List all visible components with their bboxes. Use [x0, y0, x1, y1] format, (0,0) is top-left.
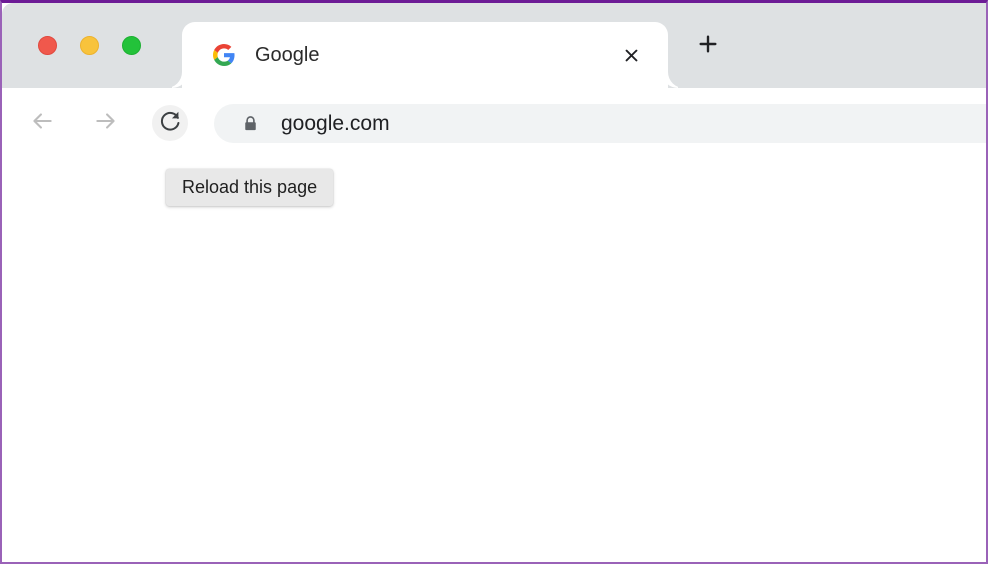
- minimize-window-button[interactable]: [80, 36, 99, 55]
- new-tab-button[interactable]: [690, 28, 726, 64]
- tab-title: Google: [255, 44, 320, 66]
- address-bar[interactable]: google.com: [214, 104, 986, 143]
- lock-icon[interactable]: [242, 114, 259, 133]
- url-text: google.com: [281, 112, 390, 135]
- forward-button[interactable]: [88, 105, 124, 141]
- maximize-window-button[interactable]: [122, 36, 141, 55]
- arrow-left-icon: [29, 108, 55, 139]
- browser-window: Google google.com Reload this page: [2, 3, 986, 562]
- close-window-button[interactable]: [38, 36, 57, 55]
- screenshot-frame: Google google.com Reload this page: [0, 0, 988, 564]
- page-content-area: [2, 158, 986, 562]
- google-g-icon: [213, 44, 235, 66]
- reload-tooltip: Reload this page: [166, 169, 334, 206]
- reload-icon: [158, 108, 183, 138]
- browser-tab-google[interactable]: Google: [182, 22, 668, 88]
- browser-toolbar: google.com: [2, 88, 986, 159]
- close-icon[interactable]: [617, 41, 646, 70]
- window-controls: [38, 36, 141, 55]
- tab-strip: Google: [2, 3, 986, 88]
- plus-icon: [697, 33, 719, 60]
- reload-button[interactable]: [152, 105, 188, 141]
- arrow-right-icon: [93, 108, 119, 139]
- back-button[interactable]: [24, 105, 60, 141]
